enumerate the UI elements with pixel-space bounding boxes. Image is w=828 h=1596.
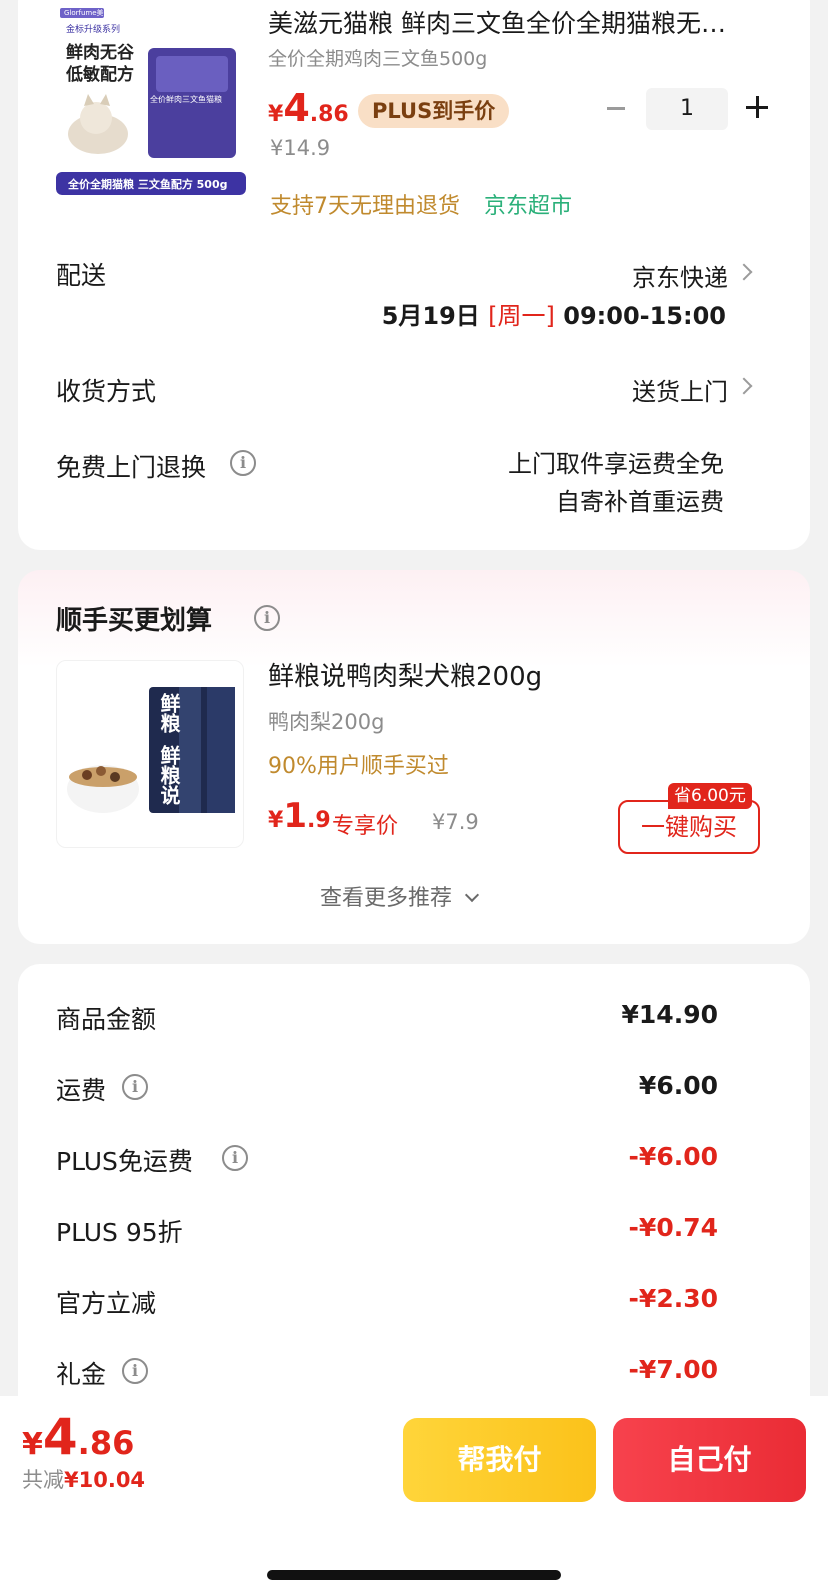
delivery-carrier[interactable]: 京东快递 — [632, 258, 728, 293]
summary-value-gift-money: -¥7.00 — [628, 1355, 718, 1384]
product-image-headline-2: 低敏配方 — [66, 65, 134, 85]
delivery-time[interactable]: 5月19日 [周一] 09:00-15:00 — [382, 296, 726, 331]
receive-method-value[interactable]: 送货上门 — [632, 372, 728, 407]
product-image[interactable]: Glorfume美滋元 金标升级系列 鲜肉无谷 低敏配方 全价鲜肉三文鱼猫粮 全… — [56, 0, 246, 195]
summary-label-plus-discount: PLUS 95折 — [56, 1218, 183, 1247]
saved-value: ¥10.04 — [64, 1468, 146, 1492]
recommend-original-price: ¥7.9 — [432, 810, 479, 834]
info-icon[interactable]: i — [222, 1145, 248, 1171]
info-icon[interactable]: i — [122, 1358, 148, 1384]
summary-label-shipping: 运费 — [56, 1076, 107, 1105]
total-saved: 共减¥10.04 — [22, 1464, 145, 1494]
delivery-date: 5月19日 — [381, 302, 480, 330]
price-dec: .9 — [306, 808, 331, 833]
info-icon[interactable]: i — [254, 605, 280, 631]
free-return-label: 免费上门退换 — [56, 453, 207, 482]
summary-value-shipping: ¥6.00 — [638, 1071, 718, 1100]
recommend-title: 顺手买更划算 — [56, 606, 213, 636]
more-recommend-label: 查看更多推荐 — [320, 886, 453, 911]
chevron-right-icon[interactable] — [735, 263, 753, 281]
recommend-price: ¥1.9 — [268, 796, 331, 836]
product-image-banner: 全价全期猫粮 三文鱼配方 500g — [68, 178, 228, 191]
summary-label-plus-free-shipping: PLUS免运费 — [56, 1147, 193, 1176]
product-spec[interactable]: 全价全期鸡肉三文鱼500g — [268, 44, 487, 71]
more-recommend-link[interactable]: 查看更多推荐 — [320, 880, 480, 912]
recommend-item-spec[interactable]: 鸭肉梨200g — [268, 706, 384, 736]
plus-price-badge: PLUS到手价 — [358, 94, 510, 128]
self-pay-button[interactable]: 自己付 — [613, 1418, 806, 1502]
price-currency: ¥ — [22, 1427, 43, 1462]
summary-label-gift-money: 礼金 — [56, 1360, 107, 1389]
summary-card: 商品金额 ¥14.90 运费 i ¥6.00 PLUS免运费 i -¥6.00 … — [18, 964, 810, 1424]
chevron-down-icon — [464, 887, 480, 903]
free-return-line2: 自寄补首重运费 — [556, 488, 724, 516]
delivery-weekday: [周一] — [488, 302, 555, 330]
minus-icon — [607, 107, 625, 110]
product-card: Glorfume美滋元 金标升级系列 鲜肉无谷 低敏配方 全价鲜肉三文鱼猫粮 全… — [18, 0, 810, 550]
delivery-label: 配送 — [56, 261, 107, 290]
recommend-product-image[interactable]: 鲜粮 鲜粮说 — [56, 660, 244, 848]
recommend-item-note: 90%用户顺手买过 — [268, 754, 449, 779]
summary-value-plus-free-shipping: -¥6.00 — [628, 1142, 718, 1171]
price-dec: .86 — [309, 102, 349, 127]
recommend-card: 顺手买更划算 i 鲜粮 鲜粮说 鲜粮说鸭肉梨犬粮200g 鸭肉梨200g 90%… — [18, 570, 810, 944]
recommend-image-text-1: 鲜粮 — [157, 693, 181, 733]
save-tag: 省6.00元 — [668, 783, 752, 809]
price-int: 4 — [283, 86, 310, 130]
product-title[interactable]: 美滋元猫粮 鲜肉三文鱼全价全期猫粮无… — [268, 4, 726, 40]
total-dec: .86 — [77, 1424, 135, 1462]
product-original-price: ¥14.9 — [270, 136, 331, 160]
product-price: ¥4.86 — [268, 86, 349, 130]
summary-label-goods: 商品金额 — [56, 1005, 157, 1034]
product-image-bag-label: 全价鲜肉三文鱼猫粮 — [150, 95, 222, 104]
price-int: 1 — [283, 796, 307, 836]
summary-value-official-discount: -¥2.30 — [628, 1284, 718, 1313]
chevron-right-icon[interactable] — [735, 377, 753, 395]
total-price: ¥4.86 — [22, 1408, 134, 1466]
home-indicator[interactable] — [267, 1570, 561, 1580]
product-image-series: 金标升级系列 — [66, 25, 121, 35]
total-int: 4 — [42, 1408, 78, 1466]
price-currency: ¥ — [268, 102, 284, 127]
quantity-input[interactable]: 1 — [646, 88, 728, 130]
help-pay-button[interactable]: 帮我付 — [403, 1418, 596, 1502]
receive-method-label: 收货方式 — [56, 377, 157, 406]
product-image-brand: Glorfume美滋元 — [64, 9, 118, 17]
store-label[interactable]: 京东超市 — [484, 188, 572, 220]
quantity-minus-button[interactable] — [603, 90, 631, 126]
price-currency: ¥ — [268, 808, 284, 833]
recommend-item-title[interactable]: 鲜粮说鸭肉梨犬粮200g — [268, 656, 542, 693]
quantity-plus-button[interactable] — [740, 90, 776, 126]
summary-value-goods: ¥14.90 — [621, 1000, 718, 1029]
info-icon[interactable]: i — [230, 450, 256, 476]
summary-label-official-discount: 官方立减 — [56, 1289, 157, 1318]
delivery-window: 09:00-15:00 — [563, 302, 726, 330]
recommend-image-text-2: 鲜粮说 — [157, 745, 181, 805]
bottom-bar: ¥4.86 共减¥10.04 帮我付 自己付 — [0, 1396, 828, 1596]
saved-label: 共减 — [22, 1468, 64, 1492]
info-icon[interactable]: i — [122, 1074, 148, 1100]
return-policy: 支持7天无理由退货 — [270, 194, 460, 219]
free-return-line1: 上门取件享运费全免 — [508, 450, 724, 478]
summary-value-plus-discount: -¥0.74 — [628, 1213, 718, 1242]
recommend-price-tag: 专享价 — [332, 814, 399, 839]
